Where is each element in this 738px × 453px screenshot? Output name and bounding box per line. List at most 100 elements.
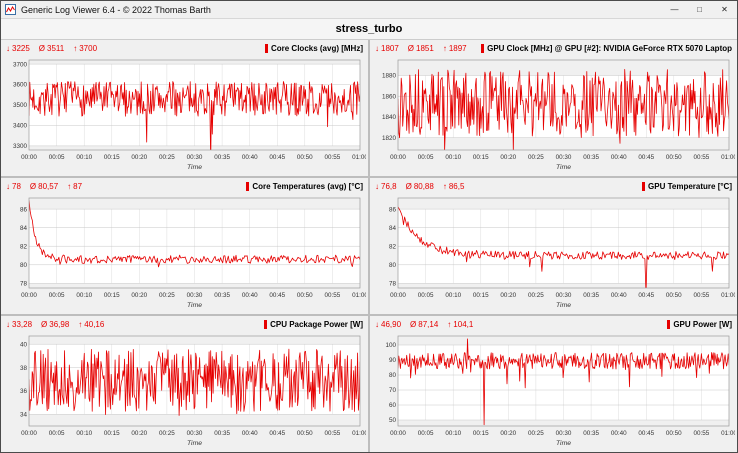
series-color-icon (481, 44, 484, 53)
min-value: 3225 (12, 44, 30, 53)
max-value: 87 (73, 182, 82, 191)
svg-text:1860: 1860 (382, 93, 397, 100)
svg-text:84: 84 (389, 225, 397, 232)
svg-text:00:45: 00:45 (638, 292, 654, 299)
core-temperatures-chart[interactable]: 00:0000:0500:1000:1500:2000:2500:3000:35… (3, 194, 366, 312)
gpu-clock-chart[interactable]: 00:0000:0500:1000:1500:2000:2500:3000:35… (372, 56, 735, 174)
svg-text:40: 40 (20, 341, 28, 348)
min-icon: ↓ (375, 44, 379, 53)
min-stat: ↓33,28 (6, 320, 32, 329)
svg-text:01:00: 01:00 (352, 154, 366, 161)
panel-header: ↓33,28 Ø36,98 ↑40,16 CPU Package Power [… (3, 317, 366, 332)
panel-gpu-temperature: ↓76,8 Ø80,88 ↑86,5 GPU Temperature [°C] … (370, 178, 737, 314)
svg-text:00:00: 00:00 (21, 292, 37, 299)
svg-text:00:30: 00:30 (187, 154, 203, 161)
svg-text:00:50: 00:50 (297, 292, 313, 299)
avg-value: 1851 (416, 44, 434, 53)
svg-text:Time: Time (556, 164, 571, 171)
svg-text:00:20: 00:20 (500, 154, 516, 161)
series-color-icon (265, 44, 268, 53)
series-color-icon (264, 320, 267, 329)
min-stat: ↓3225 (6, 44, 30, 53)
chart-title: Core Temperatures (avg) [°C] (246, 182, 363, 191)
svg-text:00:25: 00:25 (159, 292, 175, 299)
panel-header: ↓3225 Ø3511 ↑3700 Core Clocks (avg) [MHz… (3, 41, 366, 56)
svg-text:36: 36 (20, 388, 28, 395)
avg-stat: Ø36,98 (41, 320, 69, 329)
svg-text:00:15: 00:15 (104, 430, 120, 437)
chart-title-text: Core Temperatures (avg) [°C] (252, 182, 363, 191)
svg-text:01:00: 01:00 (721, 154, 735, 161)
svg-text:38: 38 (20, 365, 28, 372)
svg-text:00:15: 00:15 (473, 430, 489, 437)
svg-text:00:00: 00:00 (21, 154, 37, 161)
avg-icon: Ø (408, 44, 414, 53)
svg-text:00:45: 00:45 (269, 154, 285, 161)
min-value: 78 (12, 182, 21, 191)
svg-text:60: 60 (389, 402, 397, 409)
max-value: 3700 (79, 44, 97, 53)
svg-text:00:10: 00:10 (76, 292, 92, 299)
chart-title: GPU Temperature [°C] (642, 182, 732, 191)
panel-header: ↓1807 Ø1851 ↑1897 GPU Clock [MHz] @ GPU … (372, 41, 735, 56)
series-stats: ↓46,90 Ø87,14 ↑104,1 (375, 320, 473, 329)
svg-text:78: 78 (20, 281, 28, 288)
close-button[interactable]: ✕ (712, 1, 737, 18)
maximize-button[interactable]: □ (687, 1, 712, 18)
svg-text:00:25: 00:25 (528, 154, 544, 161)
svg-text:00:35: 00:35 (214, 154, 230, 161)
svg-text:01:00: 01:00 (721, 292, 735, 299)
panel-header: ↓78 Ø80,57 ↑87 Core Temperatures (avg) [… (3, 179, 366, 194)
svg-text:00:30: 00:30 (556, 292, 572, 299)
panel-core-clocks: ↓3225 Ø3511 ↑3700 Core Clocks (avg) [MHz… (1, 40, 368, 176)
series-stats: ↓76,8 Ø80,88 ↑86,5 (375, 182, 464, 191)
chart-title: GPU Power [W] (667, 320, 732, 329)
max-stat: ↑104,1 (447, 320, 473, 329)
svg-text:00:05: 00:05 (418, 292, 434, 299)
app-icon (5, 4, 16, 15)
panel-header: ↓76,8 Ø80,88 ↑86,5 GPU Temperature [°C] (372, 179, 735, 194)
page-title: stress_turbo (1, 19, 737, 40)
min-value: 33,28 (12, 320, 32, 329)
panel-header: ↓46,90 Ø87,14 ↑104,1 GPU Power [W] (372, 317, 735, 332)
chart-title-text: CPU Package Power [W] (270, 320, 363, 329)
min-stat: ↓76,8 (375, 182, 397, 191)
svg-text:00:50: 00:50 (297, 430, 313, 437)
svg-text:00:30: 00:30 (556, 430, 572, 437)
gpu-power-chart[interactable]: 00:0000:0500:1000:1500:2000:2500:3000:35… (372, 332, 735, 450)
avg-value: 87,14 (418, 320, 438, 329)
min-icon: ↓ (375, 320, 379, 329)
gpu-temperature-chart[interactable]: 00:0000:0500:1000:1500:2000:2500:3000:35… (372, 194, 735, 312)
avg-icon: Ø (41, 320, 47, 329)
cpu-package-power-chart[interactable]: 00:0000:0500:1000:1500:2000:2500:3000:35… (3, 332, 366, 450)
svg-text:00:10: 00:10 (76, 430, 92, 437)
core-clocks-chart[interactable]: 00:0000:0500:1000:1500:2000:2500:3000:35… (3, 56, 366, 174)
svg-text:Time: Time (556, 440, 571, 447)
min-icon: ↓ (6, 44, 10, 53)
svg-text:00:00: 00:00 (390, 154, 406, 161)
avg-value: 80,57 (38, 182, 58, 191)
panel-core-temperatures: ↓78 Ø80,57 ↑87 Core Temperatures (avg) [… (1, 178, 368, 314)
svg-text:00:35: 00:35 (583, 292, 599, 299)
panel-gpu-power: ↓46,90 Ø87,14 ↑104,1 GPU Power [W] 00:00… (370, 316, 737, 452)
chart-title: GPU Clock [MHz] @ GPU [#2]: NVIDIA GeFor… (481, 44, 732, 53)
min-stat: ↓1807 (375, 44, 399, 53)
svg-text:00:00: 00:00 (21, 430, 37, 437)
max-icon: ↑ (67, 182, 71, 191)
max-value: 104,1 (453, 320, 473, 329)
svg-text:00:10: 00:10 (445, 292, 461, 299)
svg-text:00:40: 00:40 (242, 430, 258, 437)
chart-title-text: GPU Clock [MHz] @ GPU [#2]: NVIDIA GeFor… (487, 44, 732, 53)
minimize-button[interactable]: — (662, 1, 687, 18)
svg-text:00:55: 00:55 (694, 292, 710, 299)
svg-text:Time: Time (187, 302, 202, 309)
svg-text:00:40: 00:40 (611, 292, 627, 299)
svg-text:80: 80 (20, 262, 28, 269)
svg-text:00:00: 00:00 (390, 430, 406, 437)
svg-text:00:35: 00:35 (214, 292, 230, 299)
svg-text:00:55: 00:55 (325, 292, 341, 299)
svg-text:00:45: 00:45 (638, 154, 654, 161)
svg-text:1840: 1840 (382, 114, 397, 121)
svg-text:01:00: 01:00 (352, 292, 366, 299)
svg-text:00:15: 00:15 (104, 292, 120, 299)
